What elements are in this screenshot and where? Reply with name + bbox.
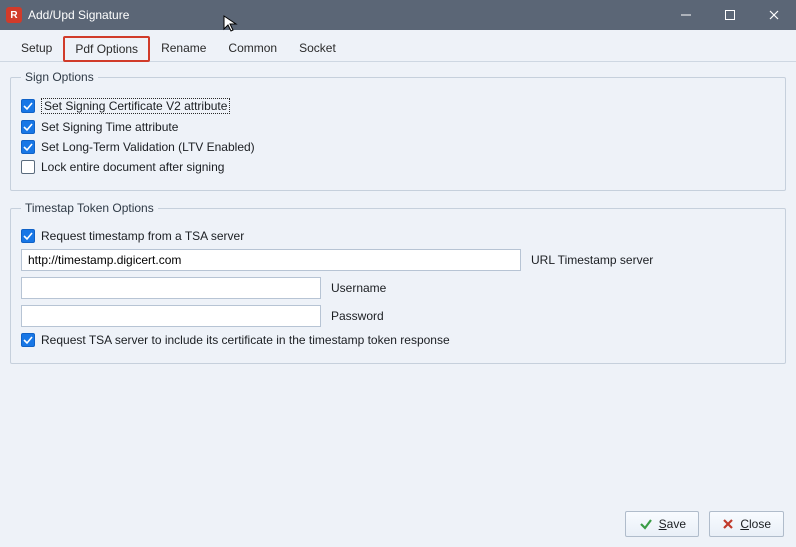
check-icon [23, 335, 33, 345]
window-title: Add/Upd Signature [28, 8, 664, 22]
window-controls [664, 0, 796, 30]
close-window-button[interactable] [752, 0, 796, 30]
input-tsa-url[interactable] [21, 249, 521, 271]
close-icon [768, 9, 780, 21]
tab-rename[interactable]: Rename [150, 36, 217, 62]
tab-pdf-options[interactable]: Pdf Options [63, 36, 150, 62]
label-lock-document: Lock entire document after signing [41, 160, 224, 174]
label-request-tsa: Request timestamp from a TSA server [41, 229, 244, 243]
group-tsa-options-legend: Timestap Token Options [21, 201, 158, 215]
x-red-icon [722, 518, 734, 530]
minimize-icon [680, 9, 692, 21]
app-icon: R [6, 7, 22, 23]
save-button[interactable]: Save [625, 511, 699, 537]
tab-setup[interactable]: Setup [10, 36, 63, 62]
checkbox-request-tsa[interactable] [21, 229, 35, 243]
group-tsa-options: Timestap Token Options Request timestamp… [10, 201, 786, 364]
titlebar: R Add/Upd Signature [0, 0, 796, 30]
label-tsa-username: Username [331, 281, 386, 295]
group-sign-options: Sign Options Set Signing Certificate V2 … [10, 70, 786, 191]
minimize-button[interactable] [664, 0, 708, 30]
tab-common[interactable]: Common [217, 36, 288, 62]
tab-bar: Setup Pdf Options Rename Common Socket [0, 30, 796, 62]
input-tsa-password[interactable] [21, 305, 321, 327]
close-button-label: Close [740, 517, 771, 531]
close-button[interactable]: Close [709, 511, 784, 537]
group-sign-options-legend: Sign Options [21, 70, 98, 84]
label-set-ltv: Set Long-Term Validation (LTV Enabled) [41, 140, 255, 154]
checkbox-include-cert[interactable] [21, 333, 35, 347]
checkbox-set-ltv[interactable] [21, 140, 35, 154]
label-tsa-password: Password [331, 309, 384, 323]
checkbox-lock-document[interactable] [21, 160, 35, 174]
check-icon [23, 122, 33, 132]
label-tsa-url: URL Timestamp server [531, 253, 653, 267]
check-icon [23, 142, 33, 152]
maximize-button[interactable] [708, 0, 752, 30]
content-area: Sign Options Set Signing Certificate V2 … [0, 62, 796, 382]
check-icon [23, 231, 33, 241]
input-tsa-username[interactable] [21, 277, 321, 299]
save-button-label: Save [659, 517, 686, 531]
checkbox-set-time[interactable] [21, 120, 35, 134]
label-set-v2: Set Signing Certificate V2 attribute [41, 98, 230, 114]
maximize-icon [724, 9, 736, 21]
footer-buttons: Save Close [625, 511, 784, 537]
tab-socket[interactable]: Socket [288, 36, 347, 62]
check-icon [23, 101, 33, 111]
label-include-cert: Request TSA server to include its certif… [41, 333, 450, 347]
checkbox-set-v2[interactable] [21, 99, 35, 113]
label-set-time: Set Signing Time attribute [41, 120, 178, 134]
check-green-icon [639, 517, 653, 531]
